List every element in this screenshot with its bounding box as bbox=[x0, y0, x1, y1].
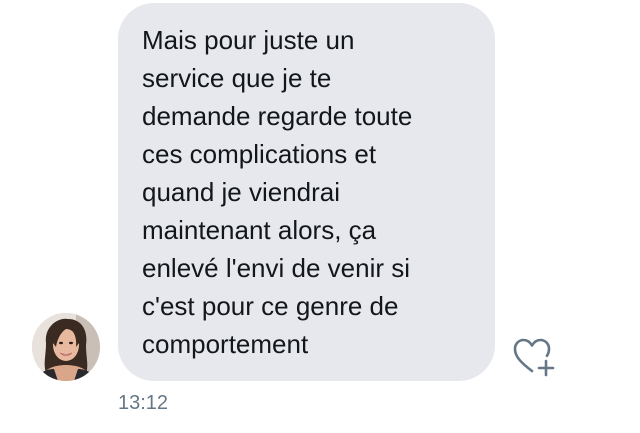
message-line: quand je viendrai bbox=[142, 177, 341, 207]
conversation-view: Mais pour juste un service que je te dem… bbox=[0, 0, 640, 433]
message-line: comportement bbox=[142, 329, 309, 359]
message-line: Mais pour juste un bbox=[142, 25, 355, 55]
message-line: ces complications et bbox=[142, 139, 377, 169]
message-line: service que je te bbox=[142, 63, 332, 93]
message-line: c'est pour ce genre de bbox=[142, 291, 399, 321]
message-line: maintenant alors, ça bbox=[142, 215, 377, 245]
message-timestamp: 13:12 bbox=[118, 392, 169, 414]
avatar-image bbox=[32, 313, 100, 381]
like-message-button[interactable] bbox=[512, 337, 558, 379]
message-line: enlevé l'envi de venir si bbox=[142, 253, 410, 283]
sender-avatar[interactable] bbox=[32, 313, 100, 381]
heart-plus-icon bbox=[513, 338, 555, 377]
message-line: demande regarde toute bbox=[142, 101, 413, 131]
